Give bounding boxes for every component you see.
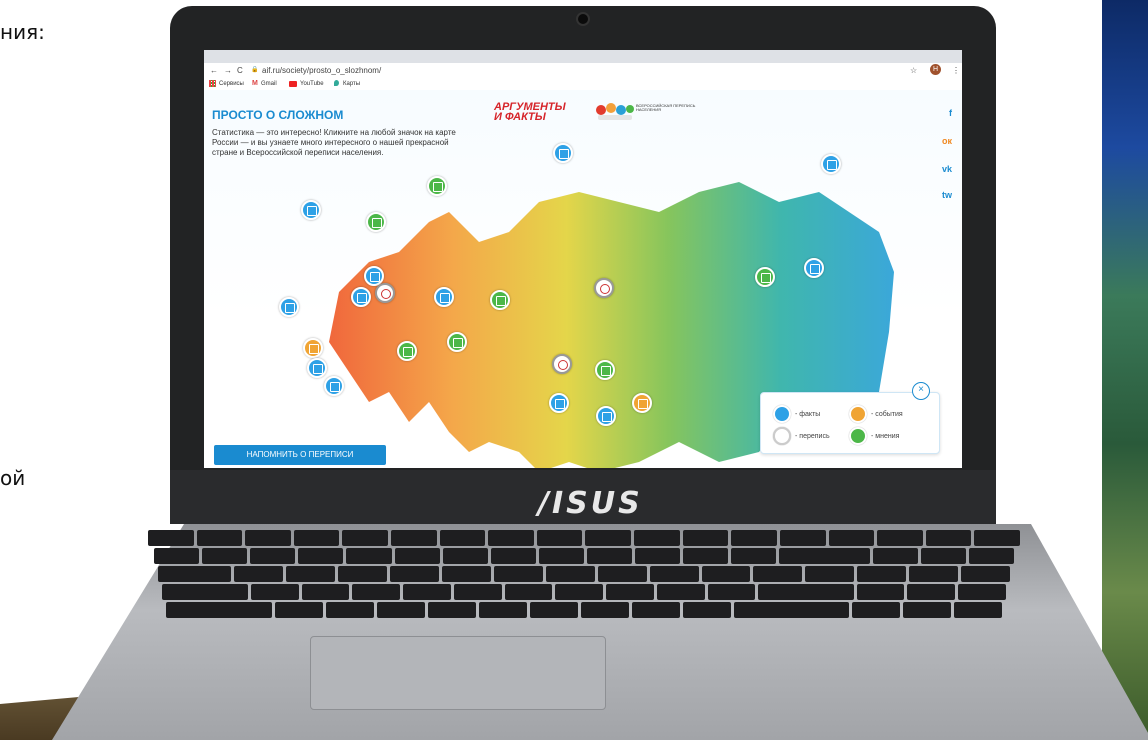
map-pin-fact[interactable]: [596, 406, 616, 426]
census-logo-icon[interactable]: [594, 102, 636, 122]
browser-tab-bar: [204, 50, 962, 63]
map-pin-fact[interactable]: [307, 358, 327, 378]
intro-text: Статистика — это интересно! Кликните на …: [212, 128, 456, 157]
keyboard: [148, 530, 1020, 628]
facebook-icon[interactable]: f: [949, 108, 952, 118]
map-pin-event[interactable]: [632, 393, 652, 413]
legend-census-label: - перепись: [795, 432, 830, 440]
side-text-top: ния:: [0, 20, 45, 44]
twitter-icon[interactable]: tw: [942, 190, 952, 200]
map-pin-census[interactable]: [594, 278, 614, 298]
aif-logo-line2: И ФАКТЫ: [494, 111, 546, 123]
maps-pin-icon: [334, 80, 339, 86]
page-content: ПРОСТО О СЛОЖНОМ Статистика — это интере…: [204, 90, 962, 468]
browser-menu-icon[interactable]: ⋮: [952, 66, 960, 75]
reload-icon[interactable]: C: [237, 66, 243, 75]
legend-events-label: - события: [871, 410, 903, 418]
map-pin-fact[interactable]: [279, 297, 299, 317]
odnoklassniki-icon[interactable]: ок: [942, 136, 952, 146]
map-pin-census[interactable]: [375, 283, 395, 303]
map-pin-opinion[interactable]: [397, 341, 417, 361]
bookmark-gmail[interactable]: Gmail: [261, 81, 277, 87]
map-pin-fact[interactable]: [821, 154, 841, 174]
legend-facts-icon: [773, 405, 791, 423]
map-pin-opinion[interactable]: [366, 212, 386, 232]
map-pin-event[interactable]: [303, 338, 323, 358]
legend-opinions-icon: [849, 427, 867, 445]
legend-close-button[interactable]: ×: [912, 382, 930, 400]
bookmark-star-icon[interactable]: ☆: [910, 66, 917, 75]
laptop-screen: ← → C 🔒 aif.ru/society/prosto_o_slozhnom…: [204, 50, 962, 468]
remind-census-button[interactable]: НАПОМНИТЬ О ПЕРЕПИСИ: [214, 445, 386, 465]
legend-census-icon: [773, 427, 791, 445]
vk-icon[interactable]: vk: [942, 164, 952, 174]
map-legend: - факты - события - перепись - мнения: [760, 392, 940, 454]
map-pin-fact[interactable]: [549, 393, 569, 413]
map-pin-opinion[interactable]: [447, 332, 467, 352]
laptop-brand-logo: /ISUS: [538, 486, 643, 521]
aif-logo[interactable]: АРГУМЕНТЫ И ФАКТЫ: [494, 102, 566, 123]
map-pin-opinion[interactable]: [755, 267, 775, 287]
map-pin-fact[interactable]: [351, 287, 371, 307]
map-pin-fact[interactable]: [553, 143, 573, 163]
legend-facts-label: - факты: [795, 410, 821, 418]
legend-opinions-label: - мнения: [871, 432, 900, 440]
map-pin-census[interactable]: [552, 354, 572, 374]
map-pin-fact[interactable]: [434, 287, 454, 307]
bookmark-services[interactable]: Сервисы: [219, 81, 244, 87]
youtube-icon: [289, 81, 297, 87]
bookmark-youtube[interactable]: YouTube: [300, 81, 324, 87]
side-text-bottom: ой: [0, 466, 26, 490]
bookmark-maps[interactable]: Карты: [343, 81, 360, 87]
url-field[interactable]: aif.ru/society/prosto_o_slozhnom/: [262, 66, 381, 75]
address-bar: ← → C 🔒 aif.ru/society/prosto_o_slozhnom…: [204, 63, 962, 79]
legend-events-icon: [849, 405, 867, 423]
touchpad: [310, 636, 606, 710]
map-pin-opinion[interactable]: [490, 290, 510, 310]
forward-icon[interactable]: →: [224, 66, 232, 75]
background-photo: [1102, 0, 1148, 740]
apps-grid-icon[interactable]: [209, 80, 216, 87]
map-pin-opinion[interactable]: [595, 360, 615, 380]
map-pin-fact[interactable]: [324, 376, 344, 396]
gmail-icon: M: [252, 80, 258, 87]
profile-avatar[interactable]: Н: [930, 64, 941, 75]
page-title: ПРОСТО О СЛОЖНОМ: [212, 108, 344, 122]
lock-icon: 🔒: [251, 67, 259, 73]
census-logo-text: ВСЕРОССИЙСКАЯ ПЕРЕПИСЬ НАСЕЛЕНИЯ: [636, 103, 696, 112]
webcam: [578, 14, 588, 24]
map-pin-fact[interactable]: [301, 200, 321, 220]
map-pin-fact[interactable]: [804, 258, 824, 278]
back-icon[interactable]: ←: [210, 66, 218, 75]
map-pin-opinion[interactable]: [427, 176, 447, 196]
